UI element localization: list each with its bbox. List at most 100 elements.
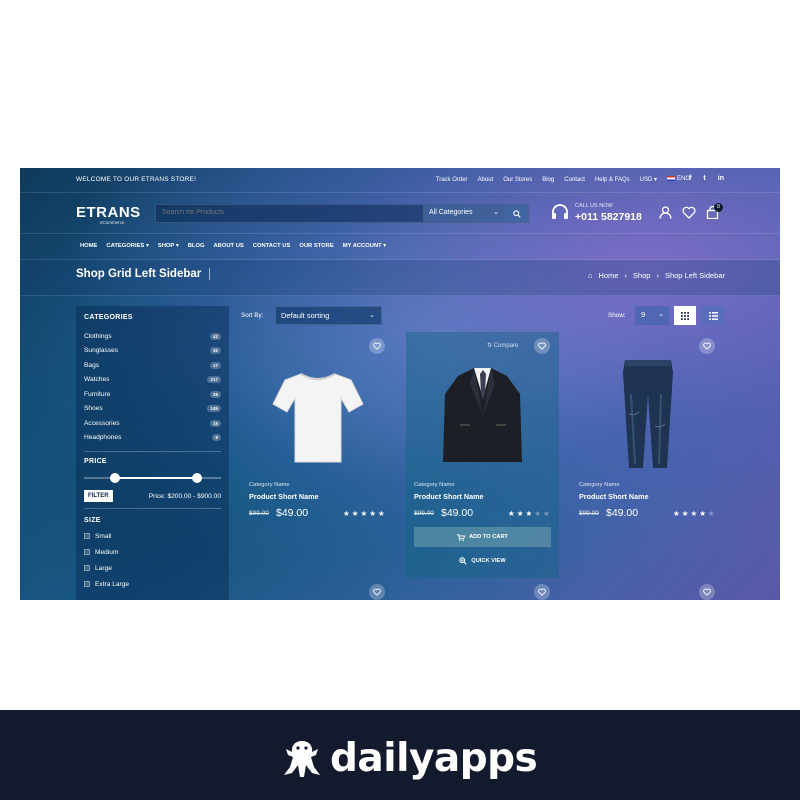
show-value: 9: [641, 310, 646, 319]
product-name[interactable]: Product Short Name: [579, 492, 649, 501]
grid-view-button[interactable]: [674, 306, 696, 325]
link-about[interactable]: About: [478, 177, 494, 183]
product-card[interactable]: Category Name Product Short Name $99.00 …: [571, 332, 724, 578]
sort-select[interactable]: Default sorting ⌄: [275, 306, 382, 325]
language-label: ENG: [676, 176, 690, 183]
slider-min-handle[interactable]: [110, 473, 120, 483]
nav-home[interactable]: HOME: [80, 243, 97, 249]
old-price: $99.00: [249, 510, 269, 517]
nav-shop[interactable]: SHOP ▾: [158, 243, 179, 249]
category-item[interactable]: Clothings 42: [84, 329, 221, 344]
size-option[interactable]: Small: [84, 528, 221, 544]
add-to-cart-button[interactable]: ADD TO CART: [414, 527, 551, 547]
product-name[interactable]: Product Short Name: [414, 492, 484, 501]
category-name: Clothings: [84, 332, 112, 340]
header-icons: [659, 206, 719, 219]
top-bar: WELCOME TO OUR ETRANS STORE! Track Order…: [20, 168, 780, 193]
category-item[interactable]: Bags 17: [84, 358, 221, 373]
link-track-order[interactable]: Track Order: [436, 177, 468, 183]
show-select[interactable]: 9 ⌄: [635, 306, 669, 325]
search-bar: All Categories ⌄: [155, 204, 529, 223]
chevron-down-icon: ▾: [383, 243, 387, 249]
filter-button[interactable]: FILTER: [84, 490, 113, 502]
language-select[interactable]: ENG: [666, 176, 690, 183]
link-contact[interactable]: Contact: [564, 177, 585, 183]
size-label: Extra Large: [95, 580, 130, 588]
product-card[interactable]: ⇅ Compare Category Name Product Short Na…: [406, 332, 559, 578]
category-count: 17: [209, 361, 221, 369]
price-heading: PRICE: [84, 458, 107, 465]
nav-my-account[interactable]: MY ACCOUNT ▾: [343, 243, 387, 249]
category-item[interactable]: Watches 217: [84, 373, 221, 388]
nav-our-store[interactable]: OUR STORE: [299, 243, 333, 249]
search-input[interactable]: [162, 209, 412, 216]
chevron-down-icon: ⌄: [369, 312, 375, 319]
welcome-text: WELCOME TO OUR ETRANS STORE!: [76, 176, 197, 183]
currency-select[interactable]: USD ▾: [640, 176, 657, 183]
wishlist-button[interactable]: [534, 338, 550, 354]
nav-contact-us[interactable]: CONTACT US: [253, 243, 291, 249]
nav-about-us[interactable]: ABOUT US: [213, 243, 243, 249]
wishlist-button[interactable]: [369, 584, 385, 600]
category-item[interactable]: Shoes 145: [84, 402, 221, 417]
social-links: f t in: [689, 175, 724, 182]
wishlist-button[interactable]: [699, 584, 715, 600]
heart-icon: [373, 342, 381, 350]
facebook-icon[interactable]: f: [689, 175, 691, 182]
breadcrumb-home[interactable]: Home: [598, 271, 618, 280]
breadcrumb-shop[interactable]: Shop: [633, 271, 651, 280]
checkbox[interactable]: [84, 565, 90, 571]
star-icon: ★: [542, 509, 550, 518]
rating-stars: ★ ★ ★ ★ ★: [673, 509, 715, 518]
call-number[interactable]: +011 5827918: [575, 211, 642, 223]
wishlist-button[interactable]: [369, 338, 385, 354]
size-option[interactable]: Large: [84, 560, 221, 576]
list-view-button[interactable]: [701, 306, 725, 325]
star-icon: ★: [516, 509, 524, 518]
star-icon: ★: [369, 509, 376, 518]
linkedin-icon[interactable]: in: [718, 175, 724, 182]
size-option[interactable]: Extra Large: [84, 576, 221, 592]
title-bar: Shop Grid Left Sidebar ⌂ Home › Shop › S…: [20, 260, 780, 296]
link-help-faqs[interactable]: Help & FAQs: [595, 177, 630, 183]
twitter-icon[interactable]: t: [703, 175, 705, 182]
category-item[interactable]: Accessories 15: [84, 416, 221, 431]
category-item[interactable]: Sunglasses 32: [84, 344, 221, 359]
compare-button[interactable]: ⇅ Compare: [487, 342, 518, 349]
size-option[interactable]: Medium: [84, 544, 221, 560]
category-item[interactable]: Headphones 8: [84, 431, 221, 446]
link-our-stores[interactable]: Our Stores: [503, 177, 532, 183]
product-card[interactable]: Category Name Product Short Name $99.00 …: [241, 332, 394, 578]
star-icon: ★: [699, 509, 706, 518]
user-icon[interactable]: [659, 206, 672, 219]
wishlist-button[interactable]: [534, 584, 550, 600]
link-blog[interactable]: Blog: [542, 177, 554, 183]
cart-count-badge: 8: [714, 203, 723, 212]
slider-max-handle[interactable]: [192, 473, 202, 483]
category-count: 8: [212, 434, 221, 442]
search-category-select[interactable]: All Categories ⌄: [423, 205, 505, 222]
search-icon: [512, 209, 521, 218]
category-name: Shoes: [84, 405, 103, 413]
category-item[interactable]: Furniture 28: [84, 387, 221, 402]
price-slider[interactable]: [84, 471, 221, 485]
checkbox[interactable]: [84, 533, 90, 539]
flag-icon: [666, 176, 675, 182]
category-name: Furniture: [84, 390, 111, 398]
quick-view-button[interactable]: QUICK VIEW: [414, 554, 551, 568]
checkbox[interactable]: [84, 581, 90, 587]
checkbox[interactable]: [84, 549, 90, 555]
quick-view-label: QUICK VIEW: [471, 558, 506, 564]
logo[interactable]: ETRANS: [76, 204, 141, 221]
product-category: Category Name: [414, 482, 455, 488]
product-name[interactable]: Product Short Name: [249, 492, 319, 501]
rating-stars: ★ ★ ★ ★ ★: [508, 509, 550, 518]
wishlist-button[interactable]: [699, 338, 715, 354]
current-price: $49.00: [276, 507, 309, 519]
search-button[interactable]: [505, 205, 528, 222]
nav-blog[interactable]: BLOG: [188, 243, 205, 249]
heart-icon[interactable]: [682, 206, 696, 219]
category-count: 32: [209, 347, 221, 355]
nav-categories[interactable]: CATEGORIES ▾: [106, 243, 148, 249]
category-list: Clothings 42 Sunglasses 32 Bags 17 Watches 2…: [84, 329, 221, 445]
